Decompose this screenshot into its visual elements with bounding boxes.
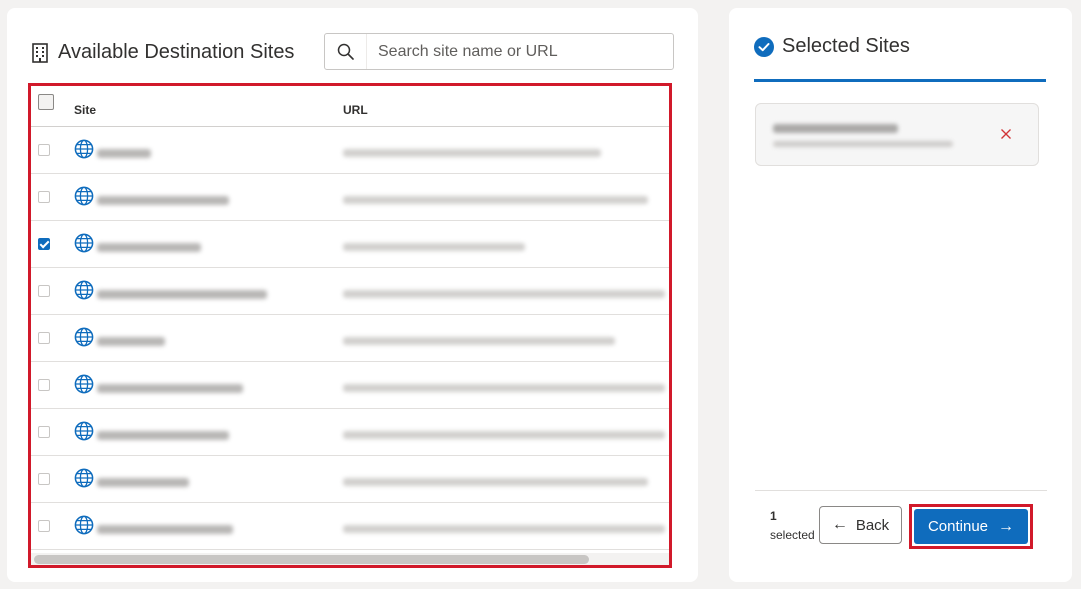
search-box[interactable] bbox=[324, 33, 674, 70]
row-checkbox[interactable] bbox=[38, 473, 50, 485]
building-icon bbox=[32, 42, 48, 63]
sites-table: Site URL bbox=[28, 83, 672, 568]
scrollbar-thumb[interactable] bbox=[34, 555, 589, 564]
back-button-label: Back bbox=[855, 516, 890, 534]
site-url-redacted bbox=[343, 290, 665, 298]
check-circle-icon bbox=[754, 36, 774, 57]
globe-icon bbox=[74, 139, 94, 159]
row-checkbox[interactable] bbox=[38, 285, 50, 297]
search-input[interactable] bbox=[367, 34, 673, 69]
table-row[interactable] bbox=[31, 174, 669, 221]
close-icon[interactable] bbox=[998, 126, 1014, 142]
globe-icon bbox=[74, 280, 94, 300]
globe-icon bbox=[74, 421, 94, 441]
site-name-redacted bbox=[97, 525, 233, 534]
available-sites-panel: Available Destination Sites Site URL bbox=[7, 8, 698, 582]
selected-site-card bbox=[755, 103, 1039, 166]
site-name-redacted bbox=[97, 431, 229, 440]
site-name-redacted bbox=[97, 196, 229, 205]
table-row[interactable] bbox=[31, 127, 669, 174]
site-url-redacted bbox=[343, 243, 525, 251]
site-url-redacted bbox=[343, 431, 665, 439]
row-checkbox[interactable] bbox=[38, 426, 50, 438]
select-all-checkbox[interactable] bbox=[38, 94, 54, 110]
table-row[interactable] bbox=[31, 268, 669, 315]
globe-icon bbox=[74, 233, 94, 253]
row-checkbox[interactable] bbox=[38, 332, 50, 344]
row-checkbox[interactable] bbox=[38, 567, 50, 568]
site-name-redacted bbox=[97, 243, 201, 252]
site-name-redacted bbox=[97, 337, 165, 346]
selected-sites-panel: Selected Sites 1 selected ← Back Continu… bbox=[729, 8, 1072, 582]
column-header-url: URL bbox=[343, 103, 368, 117]
row-checkbox[interactable] bbox=[38, 191, 50, 203]
selected-sites-title: Selected Sites bbox=[782, 35, 910, 57]
globe-icon bbox=[74, 515, 94, 535]
available-sites-header: Available Destination Sites bbox=[32, 41, 294, 64]
table-row[interactable] bbox=[31, 456, 669, 503]
site-url-redacted bbox=[343, 149, 601, 157]
search-icon[interactable] bbox=[325, 34, 367, 69]
available-sites-title: Available Destination Sites bbox=[58, 41, 295, 63]
site-url-redacted bbox=[343, 525, 665, 533]
arrow-left-icon: ← bbox=[831, 516, 848, 533]
row-checkbox[interactable] bbox=[38, 144, 50, 156]
continue-highlight: Continue → bbox=[909, 504, 1033, 549]
selection-footer: 1 selected ← Back Continue → bbox=[755, 490, 1047, 564]
back-button[interactable]: ← Back bbox=[819, 506, 902, 544]
row-checkbox[interactable] bbox=[38, 379, 50, 391]
continue-button[interactable]: Continue → bbox=[914, 509, 1028, 544]
row-checkbox[interactable] bbox=[38, 520, 50, 532]
selected-count: 1 bbox=[770, 509, 777, 523]
globe-icon bbox=[74, 186, 94, 206]
selected-count-label: selected bbox=[770, 528, 815, 542]
selected-sites-header: Selected Sites bbox=[754, 35, 910, 58]
table-row[interactable] bbox=[31, 503, 669, 550]
site-url-redacted bbox=[343, 478, 648, 486]
horizontal-scrollbar[interactable] bbox=[31, 553, 669, 565]
row-checkbox[interactable] bbox=[38, 238, 50, 250]
table-row[interactable] bbox=[31, 409, 669, 456]
table-header: Site URL bbox=[31, 86, 669, 127]
table-row[interactable] bbox=[31, 315, 669, 362]
continue-button-label: Continue bbox=[927, 518, 989, 535]
globe-icon bbox=[74, 374, 94, 394]
site-name-redacted bbox=[97, 149, 151, 158]
globe-icon bbox=[74, 327, 94, 347]
selected-site-url-redacted bbox=[773, 141, 953, 147]
site-name-redacted bbox=[97, 290, 267, 299]
site-name-redacted bbox=[97, 478, 189, 487]
site-url-redacted bbox=[343, 337, 615, 345]
globe-icon bbox=[74, 468, 94, 488]
title-underline bbox=[754, 79, 1046, 82]
table-row[interactable] bbox=[31, 362, 669, 409]
site-url-redacted bbox=[343, 384, 665, 392]
site-url-redacted bbox=[343, 196, 648, 204]
column-header-site: Site bbox=[74, 103, 97, 117]
selected-site-name-redacted bbox=[773, 124, 898, 133]
site-name-redacted bbox=[97, 384, 243, 393]
arrow-right-icon: → bbox=[998, 517, 1015, 535]
table-row[interactable] bbox=[31, 221, 669, 268]
